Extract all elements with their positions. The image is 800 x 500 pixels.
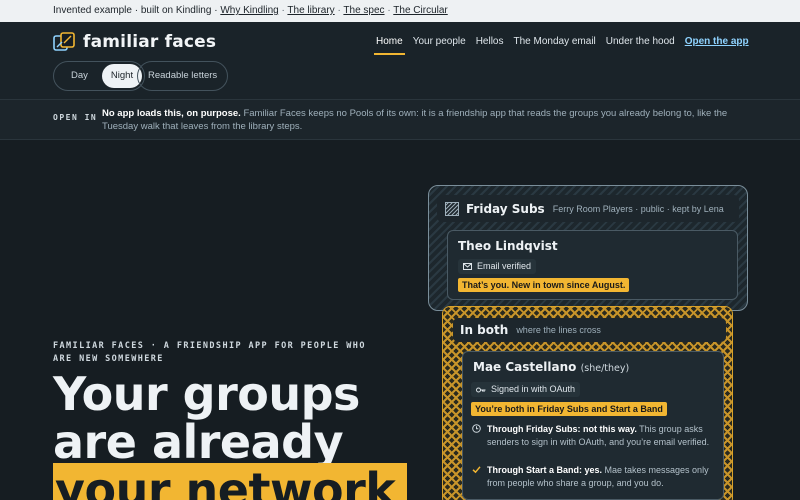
checkmark-icon xyxy=(472,466,481,474)
person-card-mae[interactable]: Mae Castellano (she/they) Signed in with… xyxy=(462,351,724,500)
clock-icon xyxy=(472,424,481,433)
person-name: Mae Castellano (she/they) xyxy=(473,360,629,374)
main-nav: Home Your people Hellos The Monday email… xyxy=(374,36,749,55)
nav-under-the-hood[interactable]: Under the hood xyxy=(606,36,675,47)
headline-line-1: Your groups xyxy=(53,367,360,421)
nav-hellos[interactable]: Hellos xyxy=(476,36,504,47)
headline-line-2: are already xyxy=(53,415,344,469)
logo[interactable]: familiar faces xyxy=(53,32,216,52)
nav-home[interactable]: Home xyxy=(374,36,405,55)
hatched-square-icon xyxy=(445,201,459,216)
badge-text: Signed in with OAuth xyxy=(491,384,576,394)
open-in-banner: OPEN IN No app loads this, on purpose. F… xyxy=(0,99,800,140)
banner-label: OPEN IN xyxy=(53,113,98,122)
reason-lead: Through Start a Band: yes. xyxy=(487,465,603,475)
mode-day-button[interactable]: Day xyxy=(56,64,102,88)
oauth-badge: Signed in with OAuth xyxy=(471,382,581,397)
banner-text: No app loads this, on purpose. Familiar … xyxy=(102,107,742,133)
badge-text: Email verified xyxy=(477,261,532,271)
self-note-tag: That’s you. New in town since August. xyxy=(458,278,630,292)
site-header: familiar faces Home Your people Hellos T… xyxy=(0,22,800,99)
person-name-text: Mae Castellano xyxy=(473,360,577,374)
separator: · xyxy=(281,5,285,16)
link-the-circular[interactable]: The Circular xyxy=(393,5,447,16)
logo-text: familiar faces xyxy=(83,32,217,52)
nav-your-people[interactable]: Your people xyxy=(413,36,466,47)
banner-lead: No app loads this, on purpose. xyxy=(102,108,241,119)
group-header: Friday Subs Ferry Room Players · public … xyxy=(437,195,739,222)
in-both-meta: where the lines cross xyxy=(516,325,601,335)
group-meta: Ferry Room Players · public · kept by Le… xyxy=(552,203,724,214)
reason-friday-subs: Through Friday Subs: not this way. This … xyxy=(472,423,715,448)
hero-headline: Your groups are already your network xyxy=(53,370,413,500)
separator: · xyxy=(337,5,341,16)
separator: · xyxy=(387,5,391,16)
group-title: Friday Subs xyxy=(466,201,545,216)
person-name: Theo Lindqvist xyxy=(458,239,558,253)
reason-start-a-band: Through Start a Band: yes. Mae takes mes… xyxy=(472,464,715,489)
key-icon xyxy=(476,387,486,392)
hero-eyebrow: FAMILIAR FACES · A FRIENDSHIP APP FOR PE… xyxy=(53,341,366,364)
top-strip: Invented example · built on Kindling · W… xyxy=(0,0,800,22)
theme-switch: Day Night xyxy=(53,61,146,91)
person-card-theo[interactable]: Theo Lindqvist Email verified That’s you… xyxy=(447,230,738,300)
envelope-icon xyxy=(463,263,472,270)
link-why-kindling[interactable]: Why Kindling xyxy=(220,5,278,16)
shared-groups-tag: You’re both in Friday Subs and Start a B… xyxy=(471,402,667,416)
readable-letters-button[interactable]: Readable letters xyxy=(137,61,229,91)
pronouns: (she/they) xyxy=(580,363,630,374)
in-both-title: In both xyxy=(460,323,509,337)
link-the-spec[interactable]: The spec xyxy=(343,5,384,16)
link-the-library[interactable]: The library xyxy=(287,5,334,16)
in-both-header: In both where the lines cross xyxy=(453,318,726,342)
strip-prefix: Invented example · built on Kindling · xyxy=(53,5,218,16)
reason-lead: Through Friday Subs: not this way. xyxy=(487,424,637,434)
nav-monday-email[interactable]: The Monday email xyxy=(514,36,596,47)
headline-line-3: your network xyxy=(53,463,408,500)
email-verified-badge: Email verified xyxy=(458,259,537,274)
faces-logo-icon xyxy=(53,32,75,51)
open-app-link[interactable]: Open the app xyxy=(685,36,749,47)
